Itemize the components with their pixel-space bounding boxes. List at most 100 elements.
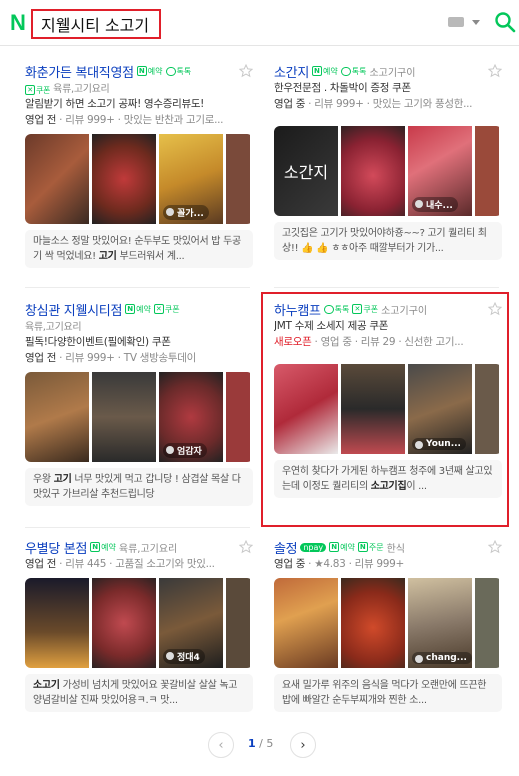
npay-badge: npay <box>300 542 327 552</box>
place-card[interactable]: 소간지 N 예약 톡톡 소고기구이 한우전문점 . 차돌박이 증정 쿠폰 영업 중… <box>274 62 502 260</box>
top-bar: N 지웰시티 소고기 <box>0 0 519 46</box>
search-input[interactable]: 지웰시티 소고기 <box>31 9 161 39</box>
photo[interactable] <box>341 126 405 216</box>
photo[interactable] <box>475 126 499 216</box>
reserve-badge: N 예약 <box>329 542 355 553</box>
category: 육류,고기요리 <box>118 543 178 555</box>
order-badge: N 주문 <box>357 542 384 553</box>
review-snippet[interactable]: 마늘소스 정말 맛있어요! 순두부도 맛있어서 밥 두공기 싹 먹었네요! 고기… <box>25 230 253 268</box>
category: 육류,고기요리 <box>53 84 110 95</box>
coupon-badge: ✕ 쿠폰 <box>25 85 50 96</box>
photo-strip[interactable]: 정대4 <box>25 578 253 668</box>
photo-author: 정대4 <box>163 649 205 664</box>
n-icon: N <box>311 66 322 76</box>
photo[interactable]: 소간지 <box>274 126 338 216</box>
status-line: 영업 중 · ★4.83 · 리뷰 999+ <box>274 558 405 570</box>
photo[interactable]: 내수... <box>408 126 472 216</box>
photo[interactable]: 꼴가... <box>159 134 223 224</box>
reserve-badge: N 예약 <box>311 66 338 77</box>
page-indicator: 1 / 5 <box>248 737 274 750</box>
status-line: 영업 전 · 리뷰 999+ · TV 생방송투데이 <box>25 352 196 364</box>
place-name[interactable]: 소간지 <box>274 62 309 81</box>
place-name[interactable]: 화춘가든 복대직영점 <box>25 62 134 81</box>
photo-strip[interactable]: 소간지 내수... <box>274 126 502 216</box>
promo-line: 필독!다양한이벤트(필에확인) 쿠폰 <box>25 336 171 348</box>
reserve-badge: N 예약 <box>136 66 163 77</box>
review-snippet[interactable]: 소고기 가성비 넘치게 맛있어요 꽃갈비살 살살 녹고 양념갈비살 진짜 맛있어… <box>25 674 253 712</box>
prev-page-button[interactable]: ‹ <box>208 732 234 758</box>
row-divider <box>25 287 250 288</box>
naver-logo[interactable]: N <box>10 10 26 36</box>
photo[interactable] <box>341 578 405 668</box>
pagination: ‹ 1 / 5 › <box>0 728 519 758</box>
photo-strip[interactable]: chang... <box>274 578 502 668</box>
star-icon[interactable] <box>488 64 502 78</box>
review-snippet[interactable]: 우왕 고기 너무 맛있게 먹고 갑니당 ! 삼겹살 목살 다 맛있구 가브리살 … <box>25 468 253 506</box>
photo-author: chang... <box>412 652 472 664</box>
next-page-button[interactable]: › <box>290 732 316 758</box>
photo[interactable] <box>226 578 250 668</box>
talk-icon <box>340 66 351 76</box>
photo[interactable] <box>92 372 156 462</box>
promo-line: 한우전문점 . 차돌박이 증정 쿠폰 <box>274 82 411 94</box>
status-line: 영업 전 · 리뷰 999+ · 맛있는 반찬과 고기로... <box>25 114 224 126</box>
search-icon[interactable] <box>494 11 516 33</box>
photo[interactable] <box>92 134 156 224</box>
coupon-badge: ✕ 쿠폰 <box>153 304 180 315</box>
place-card[interactable]: 솔정 npay N 예약 N 주문 한식 영업 중 · ★4.83 · 리뷰 999… <box>274 538 502 712</box>
status-line: 영업 중 · 리뷰 999+ · 맛있는 고기와 풍성한... <box>274 98 473 110</box>
keyboard-icon[interactable] <box>448 17 464 27</box>
photo[interactable] <box>25 578 89 668</box>
photo-author: 내수... <box>412 197 458 212</box>
star-icon[interactable] <box>239 540 253 554</box>
photo-strip[interactable]: 엄감자 <box>25 372 253 462</box>
chevron-down-icon[interactable] <box>472 20 480 25</box>
row-divider <box>25 527 250 528</box>
photo[interactable] <box>226 134 250 224</box>
search-query: 지웰시티 소고기 <box>41 16 150 35</box>
place-name[interactable]: 우별당 본점 <box>25 538 87 557</box>
category: 소고기구이 <box>369 67 416 79</box>
review-snippet[interactable]: 요새 밀가루 위주의 음식을 먹다가 오랜만에 뜨끈한 밥에 빠알간 순두부찌개… <box>274 674 502 712</box>
highlight-box <box>261 292 509 527</box>
photo[interactable] <box>92 578 156 668</box>
photo[interactable] <box>226 372 250 462</box>
talk-badge: 톡톡 <box>165 66 191 77</box>
place-name[interactable]: 창심관 지웰시티점 <box>25 300 122 319</box>
reserve-badge: N 예약 <box>90 542 116 553</box>
star-icon[interactable] <box>239 64 253 78</box>
place-card[interactable]: 창심관 지웰시티점 N 예약 ✕ 쿠폰 육류,고기요리 필독!다양한이벤트(필에확인… <box>25 300 253 506</box>
place-card[interactable]: 우별당 본점 N 예약 육류,고기요리 영업 전 · 리뷰 445 · 고품질 소… <box>25 538 253 712</box>
talk-badge: 톡톡 <box>340 66 366 77</box>
photo-strip[interactable]: 꼴가... <box>25 134 253 224</box>
chevron-right-icon: › <box>300 737 306 753</box>
talk-icon <box>165 66 176 76</box>
review-snippet[interactable]: 고깃집은 고기가 맛있어야하죵~~? 고기 퀄리티 최상!! 👍 👍 ㅎㅎ아주 … <box>274 222 502 260</box>
coupon-icon: ✕ <box>25 85 35 95</box>
photo[interactable]: 엄감자 <box>159 372 223 462</box>
n-icon: N <box>125 304 136 314</box>
promo-line: 알림받기 하면 소고기 공짜! 영수증리뷰도! <box>25 98 205 110</box>
photo[interactable] <box>475 578 499 668</box>
n-icon: N <box>357 542 368 552</box>
n-icon: N <box>136 66 147 76</box>
photo[interactable] <box>274 578 338 668</box>
place-name[interactable]: 솔정 <box>274 538 298 557</box>
category: 한식 <box>386 543 405 555</box>
photo-author: 꼴가... <box>163 205 209 220</box>
category: 육류,고기요리 <box>25 322 82 333</box>
chevron-left-icon: ‹ <box>218 737 224 753</box>
status-line: 영업 전 · 리뷰 445 · 고품질 소고기와 맛있... <box>25 558 215 570</box>
row-divider <box>274 287 499 288</box>
place-card[interactable]: 화춘가든 복대직영점 N 예약 톡톡 ✕ 쿠폰 육류,고기요리 알림받기 하면 소고… <box>25 62 253 268</box>
coupon-icon: ✕ <box>153 304 164 314</box>
photo[interactable]: chang... <box>408 578 472 668</box>
photo[interactable] <box>25 134 89 224</box>
photo[interactable]: 정대4 <box>159 578 223 668</box>
n-icon: N <box>90 542 101 552</box>
photo[interactable] <box>25 372 89 462</box>
n-icon: N <box>329 542 340 552</box>
star-icon[interactable] <box>488 540 502 554</box>
photo-author: 엄감자 <box>163 443 207 458</box>
reserve-badge: N 예약 <box>125 304 151 315</box>
